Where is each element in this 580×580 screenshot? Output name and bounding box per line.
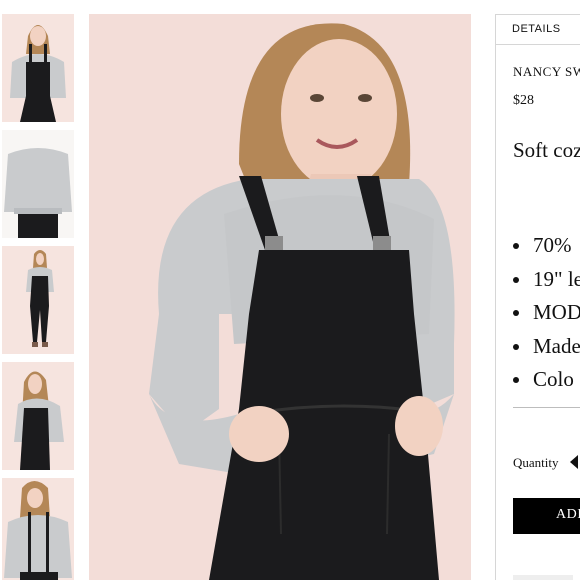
thumbnail-5-image	[2, 478, 74, 580]
add-to-bag-button[interactable]: ADI	[513, 498, 580, 534]
thumbnail-1[interactable]	[2, 14, 74, 122]
thumbnail-5[interactable]	[2, 478, 74, 580]
feature-item: 19" le	[513, 263, 580, 297]
quantity-decrease-button[interactable]	[568, 454, 580, 470]
thumbnail-2-image	[2, 130, 74, 238]
model-photo	[89, 14, 471, 580]
product-name: NANCY SW	[513, 64, 580, 79]
thumbnail-3-image	[2, 246, 74, 354]
thumbnail-3[interactable]	[2, 246, 74, 354]
thumbnail-2[interactable]	[2, 130, 74, 238]
divider	[513, 407, 580, 408]
feature-item: Colo	[513, 363, 580, 397]
feature-item: Made	[513, 330, 580, 364]
product-price: $28	[513, 93, 534, 108]
thumbnail-4[interactable]	[2, 362, 74, 470]
share-icons-placeholder	[513, 575, 573, 580]
tab-details[interactable]: DETAILS	[496, 15, 580, 45]
feature-item: 70%	[513, 229, 580, 263]
quantity-label: Quantity	[513, 455, 559, 470]
thumbnail-1-image	[2, 14, 74, 122]
product-description: Soft coz grey.	[513, 138, 580, 162]
feature-list: 70% 19" le MOD Made Colo	[513, 229, 580, 397]
thumbnail-4-image	[2, 362, 74, 470]
feature-item: MOD	[513, 296, 580, 330]
main-product-image	[89, 14, 471, 580]
details-panel: DETAILS NANCY SW $28 Soft coz grey. 70% …	[495, 14, 580, 580]
triangle-left-icon	[570, 455, 578, 469]
